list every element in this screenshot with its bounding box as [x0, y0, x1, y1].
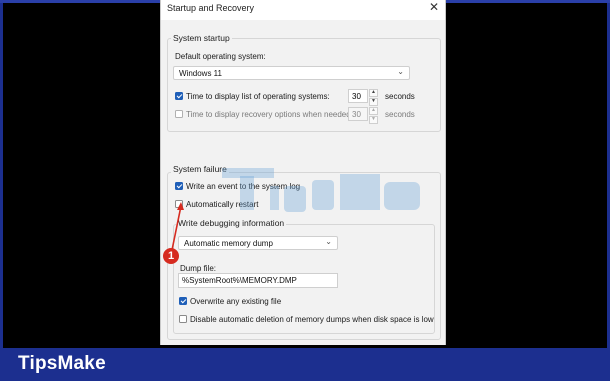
write-event-checkbox[interactable] [175, 182, 183, 190]
dump-file-label: Dump file: [180, 264, 217, 273]
debug-type-select[interactable]: Automatic memory dump ⌄ [178, 236, 338, 250]
brand-logo: TipsMake [18, 353, 106, 374]
show-os-list-checkbox[interactable] [175, 92, 183, 100]
chevron-down-icon: ⌄ [325, 237, 332, 246]
spin-up-icon[interactable]: ▲ [369, 107, 378, 115]
system-startup-label: System startup [171, 33, 232, 43]
spin-up-icon[interactable]: ▲ [369, 89, 378, 97]
recovery-spinner[interactable]: ▲ ▼ [369, 107, 378, 124]
recovery-seconds-input[interactable]: 30 [348, 107, 368, 121]
show-recovery-checkbox[interactable] [175, 110, 183, 118]
close-icon[interactable]: ✕ [429, 0, 439, 14]
debug-type-value: Automatic memory dump [184, 239, 273, 248]
debug-info-label: Write debugging information [176, 218, 287, 228]
recovery-unit: seconds [385, 110, 415, 119]
spin-down-icon[interactable]: ▼ [369, 98, 378, 106]
os-list-seconds-input[interactable]: 30 [348, 89, 368, 103]
disable-auto-delete-label: Disable automatic deletion of memory dum… [190, 315, 434, 324]
title-bar: Startup and Recovery ✕ [161, 0, 445, 20]
tipsmake-watermark [222, 168, 420, 212]
system-failure-label: System failure [171, 164, 229, 174]
dump-file-input[interactable]: %SystemRoot%\MEMORY.DMP [178, 273, 338, 288]
step-number-badge: 1 [163, 248, 179, 264]
default-os-label: Default operating system: [175, 52, 266, 61]
default-os-value: Windows 11 [179, 69, 222, 78]
spin-down-icon[interactable]: ▼ [369, 116, 378, 124]
overwrite-label: Overwrite any existing file [190, 297, 282, 306]
dialog-title: Startup and Recovery [167, 3, 255, 13]
chevron-down-icon: ⌄ [397, 67, 404, 76]
brand-bar: TipsMake [0, 348, 610, 381]
os-list-spinner[interactable]: ▲ ▼ [369, 89, 378, 106]
show-os-list-label: Time to display list of operating system… [186, 92, 330, 101]
annotation-arrow [171, 202, 184, 251]
overwrite-checkbox[interactable] [179, 297, 187, 305]
default-os-select[interactable]: Windows 11 ⌄ [173, 66, 410, 80]
os-list-unit: seconds [385, 92, 415, 101]
disable-auto-delete-checkbox[interactable] [179, 315, 187, 323]
show-recovery-label: Time to display recovery options when ne… [186, 110, 353, 119]
